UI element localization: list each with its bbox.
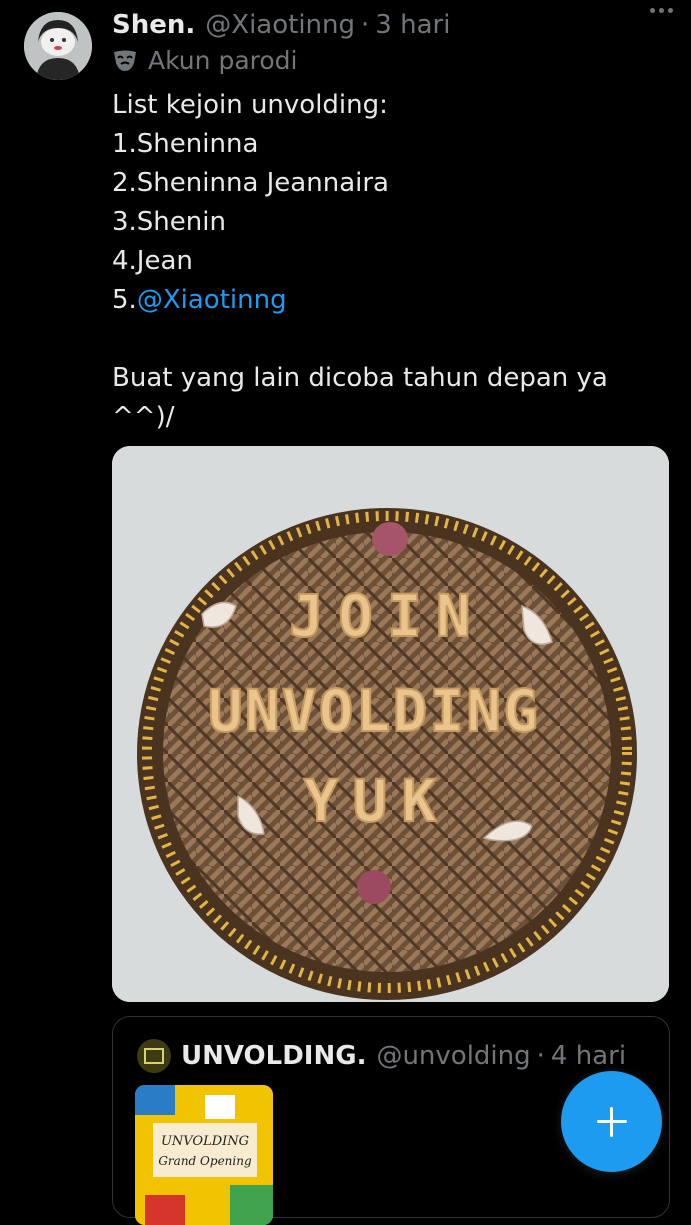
thumb-title: UNVOLDING xyxy=(161,1134,249,1149)
tweet-line: 3.Shenin xyxy=(112,207,226,237)
thumb-subtitle: Grand Opening xyxy=(158,1154,252,1168)
tweet-line: 4.Jean xyxy=(112,246,193,276)
tweet-line: 2.Sheninna Jeannaira xyxy=(112,168,389,198)
tweet-header: Shen. @Xiaotinng · 3 hari xyxy=(112,8,671,42)
quote-header: UNVOLDING. @unvolding · 4 hari xyxy=(137,1039,626,1073)
tweet-line: ^^)/ xyxy=(112,402,175,432)
photo-text-yuk: YUK xyxy=(304,767,451,835)
quote-avatar[interactable] xyxy=(137,1039,171,1073)
tweet-line: 1.Sheninna xyxy=(112,129,259,159)
tweet-line: List kejoin unvolding: xyxy=(112,90,388,120)
avatar-image xyxy=(24,12,92,80)
more-dots-icon[interactable] xyxy=(650,8,673,13)
quote-thumbnail-art: UNVOLDING Grand Opening xyxy=(135,1085,273,1225)
tweet-text: List kejoin unvolding: 1.Sheninna 2.Shen… xyxy=(112,86,672,437)
photo-text-join: JOIN xyxy=(289,582,485,650)
mention-prefix: 5. xyxy=(112,285,137,315)
quote-author-handle[interactable]: @unvolding xyxy=(376,1041,530,1071)
author-handle[interactable]: @Xiaotinng xyxy=(205,10,355,40)
mask-icon xyxy=(114,50,136,71)
parody-badge: Akun parodi xyxy=(112,46,297,75)
quote-separator-dot: · xyxy=(536,1041,545,1071)
quote-author-name[interactable]: UNVOLDING. xyxy=(181,1041,366,1071)
mention-link[interactable]: @Xiaotinng xyxy=(137,285,287,315)
tweet-line-mention: 5.@Xiaotinng xyxy=(112,281,672,320)
quote-avatar-image xyxy=(137,1039,171,1073)
compose-button[interactable] xyxy=(561,1071,662,1172)
author-avatar[interactable] xyxy=(24,12,92,80)
photo-text-unvolding: UNVOLDING xyxy=(208,677,540,745)
author-name[interactable]: Shen. xyxy=(112,10,195,40)
tweet-line: Buat yang lain dicoba tahun depan ya xyxy=(112,363,608,393)
quote-time[interactable]: 4 hari xyxy=(551,1041,626,1071)
tray-photo: JOIN UNVOLDING YUK xyxy=(112,446,669,1002)
tweet-time[interactable]: 3 hari xyxy=(375,10,450,40)
parody-label: Akun parodi xyxy=(148,46,298,75)
quote-thumbnail[interactable]: UNVOLDING Grand Opening xyxy=(135,1085,273,1225)
tweet-photo[interactable]: JOIN UNVOLDING YUK xyxy=(112,446,669,1002)
separator-dot: · xyxy=(361,10,370,40)
